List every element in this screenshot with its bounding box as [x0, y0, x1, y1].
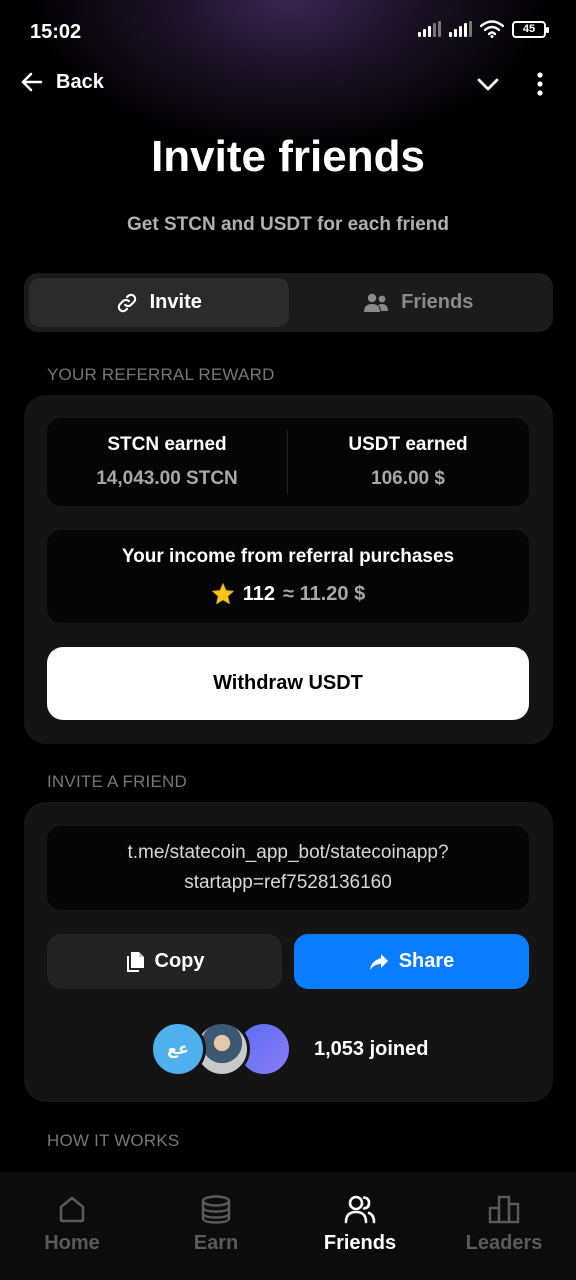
nav-home[interactable]: Home	[0, 1172, 144, 1280]
page-title: Invite friends	[151, 132, 425, 181]
tab-invite[interactable]: Invite	[29, 278, 289, 327]
wifi-icon	[480, 20, 504, 38]
nav-friends-label: Friends	[323, 1232, 397, 1254]
page-subtitle: Get STCN and USDT for each friend	[127, 214, 449, 235]
tab-friends-label: Friends	[401, 291, 474, 313]
home-icon	[59, 1196, 85, 1223]
referral-link-line1: t.me/statecoin_app_bot/statecoinapp?	[127, 842, 449, 863]
battery-level: 45	[522, 23, 536, 35]
app-screen: 15:02 45 Back Invite friends Get STCN an…	[0, 0, 576, 1280]
referral-card: STCN earned 14,043.00 STCN USDT earned 1…	[24, 395, 553, 744]
nav-leaders[interactable]: Leaders	[432, 1172, 576, 1280]
avatar: عع	[150, 1021, 206, 1077]
income-box: Your income from referral purchases 112 …	[47, 530, 529, 623]
tab-invite-label: Invite	[149, 291, 202, 313]
arrow-left-icon	[21, 72, 43, 92]
usdt-earned: USDT earned 106.00 $	[288, 418, 528, 506]
stcn-earned-value: 14,043.00 STCN	[96, 468, 238, 489]
chart-icon	[488, 1195, 520, 1224]
nav-earn[interactable]: Earn	[144, 1172, 288, 1280]
nav-friends[interactable]: Friends	[288, 1172, 432, 1280]
usdt-earned-title: USDT earned	[348, 434, 468, 455]
how-it-works-label: HOW IT WORKS	[47, 1131, 180, 1150]
copy-button[interactable]: Copy	[47, 934, 282, 989]
more-vertical-icon	[537, 72, 543, 96]
referral-link-line2: startapp=ref7528136160	[184, 872, 392, 893]
tab-friends[interactable]: Friends	[289, 278, 549, 327]
usdt-earned-value: 106.00 $	[371, 468, 445, 489]
stcn-earned-title: STCN earned	[107, 434, 227, 455]
signal-icon	[418, 21, 441, 37]
nav-leaders-label: Leaders	[465, 1232, 543, 1254]
copy-label: Copy	[154, 950, 205, 972]
share-button[interactable]: Share	[294, 934, 529, 989]
copy-icon	[126, 951, 144, 972]
chevron-down-icon	[477, 78, 499, 91]
status-icons: 45	[418, 20, 549, 38]
users-icon	[364, 293, 389, 312]
battery-icon: 45	[512, 20, 549, 38]
nav-earn-label: Earn	[193, 1232, 239, 1254]
joined-count: 1,053 joined	[314, 1038, 429, 1060]
share-icon	[369, 953, 388, 970]
status-time: 15:02	[30, 21, 82, 43]
coins-icon	[201, 1195, 231, 1224]
link-icon	[117, 293, 136, 312]
income-stars: 112	[242, 582, 276, 605]
referral-link[interactable]: t.me/statecoin_app_bot/statecoinapp? sta…	[47, 826, 529, 910]
income-approx: ≈ 11.20 $	[283, 582, 366, 605]
earned-box: STCN earned 14,043.00 STCN USDT earned 1…	[47, 418, 529, 506]
bottom-nav: Home Earn Friends Leaders	[0, 1172, 576, 1280]
back-label: Back	[56, 70, 104, 93]
segmented-tabs: Invite Friends	[24, 273, 553, 332]
nav-home-label: Home	[44, 1232, 100, 1254]
star-icon	[211, 583, 234, 605]
share-label: Share	[398, 950, 455, 972]
more-button[interactable]	[526, 68, 554, 100]
invite-section-label: INVITE A FRIEND	[47, 772, 187, 791]
joined-avatars: عع	[150, 1021, 292, 1079]
stcn-earned: STCN earned 14,043.00 STCN	[47, 418, 287, 506]
income-row: 112 ≈ 11.20 $	[47, 582, 529, 606]
invite-card: t.me/statecoin_app_bot/statecoinapp? sta…	[24, 802, 553, 1102]
avatar-initials: عع	[167, 1041, 189, 1058]
collapse-button[interactable]	[472, 68, 504, 100]
back-button[interactable]: Back	[20, 70, 104, 94]
status-bar: 15:02 45	[0, 0, 576, 66]
withdraw-usdt-button[interactable]: Withdraw USDT	[47, 647, 529, 720]
signal-icon-2	[449, 21, 472, 37]
referral-section-label: YOUR REFERRAL REWARD	[47, 365, 275, 384]
top-nav: Back	[0, 60, 576, 108]
friends-icon	[344, 1195, 376, 1224]
income-title: Your income from referral purchases	[121, 546, 455, 567]
